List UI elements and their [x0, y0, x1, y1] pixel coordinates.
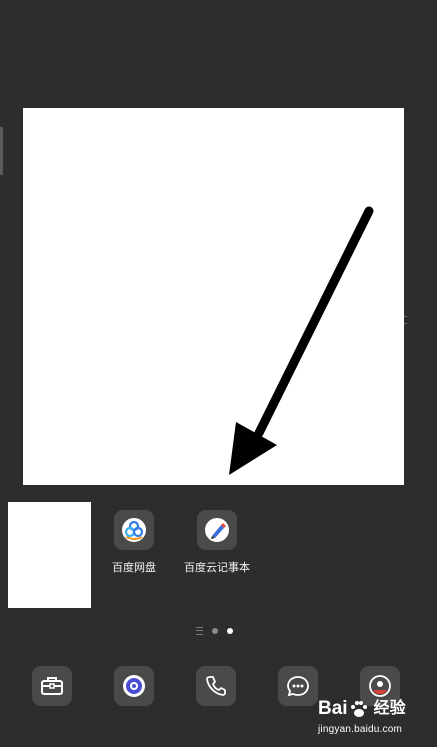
arrow-pointer [229, 206, 374, 475]
dock-phone-button[interactable] [196, 666, 236, 706]
watermark-url: jingyan.baidu.com [318, 724, 403, 735]
baidu-cloud-notepad-icon [197, 510, 237, 550]
baidu-paw-icon [350, 701, 367, 717]
watermark-brand-right: 经验 [373, 700, 406, 717]
messages-icon [287, 676, 309, 697]
watermark-brand-left: Bai [318, 698, 348, 719]
briefcase-icon [41, 677, 63, 695]
app-baidu-netdisk[interactable]: 百度网盘 [94, 510, 174, 575]
baidu-jingyan-watermark: Bai 经验 jingyan.baidu.com [318, 697, 433, 743]
widget-placeholder [8, 502, 91, 608]
page-list-icon[interactable] [196, 627, 203, 635]
app-baidu-cloud-notepad[interactable]: 百度云记事本 [177, 510, 257, 575]
camera-icon [369, 675, 391, 697]
app-label-baidu-cloud-notepad: 百度云记事本 [184, 561, 250, 574]
dock-briefcase-button[interactable] [32, 666, 72, 706]
dock-browser-button[interactable] [114, 666, 154, 706]
page-indicator [196, 627, 233, 635]
page-dot-1[interactable] [212, 628, 218, 634]
page-dot-2-active[interactable] [227, 628, 233, 634]
baidu-netdisk-icon [114, 510, 154, 550]
dock-messages-button[interactable] [278, 666, 318, 706]
phone-icon [206, 676, 226, 696]
annotation-overlay-panel [23, 108, 404, 485]
browser-icon [123, 675, 145, 697]
edge-scroll-indicator [0, 127, 3, 175]
app-label-baidu-netdisk: 百度网盘 [112, 561, 156, 574]
